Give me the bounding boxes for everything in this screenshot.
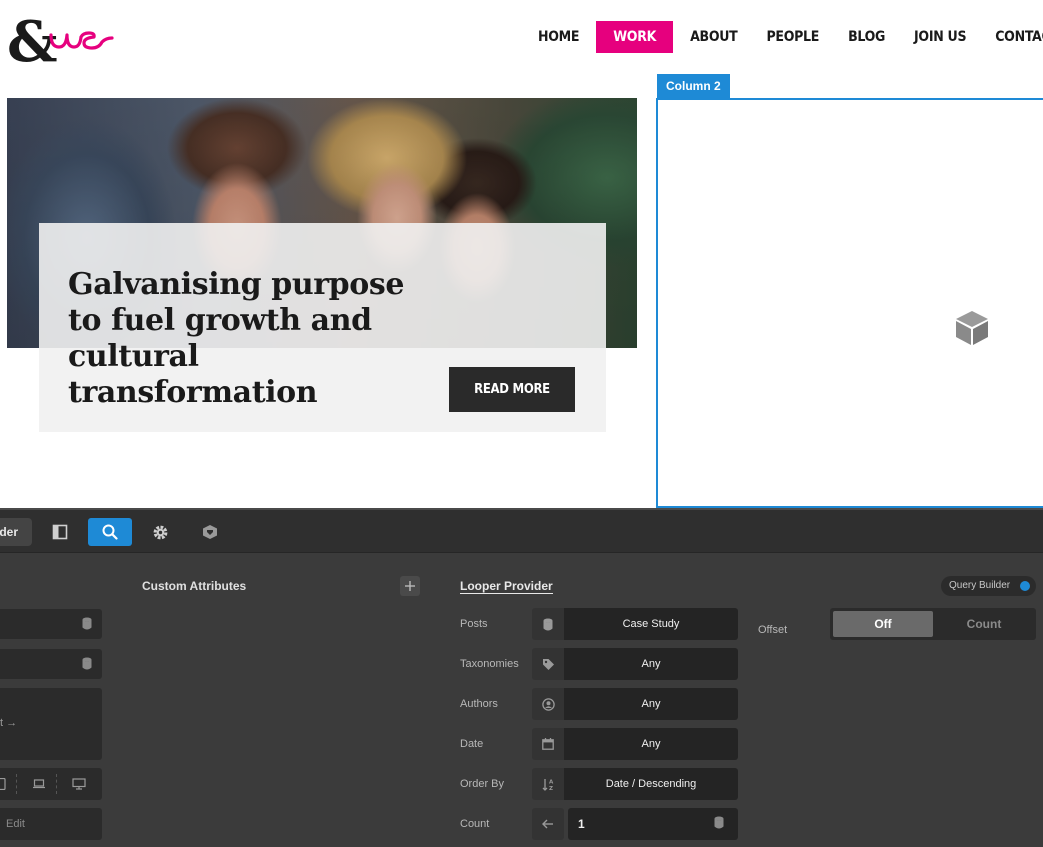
sidebar-toggle-button[interactable] (38, 518, 82, 546)
left-link-text: t → (0, 717, 18, 729)
user-circle-icon (541, 697, 555, 711)
nav-work[interactable]: WORK (596, 21, 674, 53)
gear-icon (153, 525, 167, 539)
brand-logo[interactable]: & (7, 11, 117, 65)
tag-icon (542, 658, 554, 670)
toggle-dot (1020, 581, 1030, 591)
laptop-icon[interactable] (33, 779, 45, 789)
database-icon (543, 618, 553, 630)
taxonomies-select[interactable]: Any (564, 648, 738, 680)
sort-icon: A Z (542, 778, 554, 791)
offset-label: Offset (758, 624, 788, 636)
database-icon (82, 617, 92, 630)
device-divider (16, 774, 17, 794)
sidebar-icon (52, 524, 68, 540)
posts-label: Posts (460, 618, 488, 630)
count-back-button[interactable] (532, 808, 564, 840)
custom-attributes-title: Custom Attributes (142, 579, 247, 593)
database-icon[interactable] (714, 816, 724, 829)
case-study-card: Galvanising purpose to fuel growth and c… (39, 223, 606, 432)
cube-icon (956, 311, 988, 345)
date-icon-button[interactable] (532, 728, 564, 760)
date-label: Date (460, 738, 484, 750)
cube-icon (203, 525, 217, 539)
card-title: Galvanising purpose to fuel growth and c… (68, 267, 405, 410)
nav-join-us[interactable]: JOIN US (902, 21, 978, 53)
svg-text:A: A (549, 779, 554, 785)
nav-people[interactable]: PEOPLE (754, 21, 831, 53)
settings-button[interactable] (138, 518, 182, 546)
left-field-2[interactable] (0, 649, 102, 679)
component-button[interactable] (188, 518, 232, 546)
calendar-icon (542, 738, 554, 750)
posts-icon-button[interactable] (532, 608, 564, 640)
count-input[interactable] (568, 808, 738, 840)
nav-home[interactable]: HOME (526, 21, 591, 53)
authors-label: Authors (460, 698, 498, 710)
count-label: Count (460, 818, 490, 830)
authors-icon-button[interactable] (532, 688, 564, 720)
device-divider (56, 774, 57, 794)
arrow-left-icon (542, 819, 553, 829)
svg-text:Z: Z (549, 786, 553, 791)
authors-select[interactable]: Any (564, 688, 738, 720)
site-preview: & HOME WORK ABOUT PEOPLE BLOG JOIN US CO… (0, 0, 1043, 508)
builder-tab[interactable]: der (0, 518, 32, 546)
device-switcher (0, 768, 102, 800)
taxonomies-icon-button[interactable] (532, 648, 564, 680)
nav-blog[interactable]: BLOG (836, 21, 897, 53)
plus-icon (405, 581, 415, 591)
desktop-icon[interactable] (72, 778, 86, 790)
database-icon (82, 657, 92, 670)
builder-panel: der t → Edit Custom Attributes Looper Pr… (0, 508, 1043, 847)
main-nav: HOME WORK ABOUT PEOPLE BLOG JOIN US CONT… (526, 21, 1043, 53)
posts-select[interactable]: Case Study (564, 608, 738, 640)
query-builder-label: Query Builder (949, 580, 1011, 591)
offset-count-option[interactable]: Count (934, 611, 1034, 637)
add-attribute-button[interactable] (400, 576, 420, 596)
offset-off-option[interactable]: Off (833, 611, 933, 637)
left-link-box[interactable]: t → (0, 688, 102, 760)
looper-provider-title[interactable]: Looper Provider (460, 579, 553, 594)
query-builder-toggle[interactable]: Query Builder (941, 576, 1036, 596)
builder-tab-label: der (0, 525, 18, 539)
order-by-label: Order By (460, 778, 505, 790)
nav-about[interactable]: ABOUT (678, 21, 749, 53)
date-select[interactable]: Any (564, 728, 738, 760)
order-by-select[interactable]: Date / Descending (564, 768, 738, 800)
nav-contact[interactable]: CONTACT (983, 21, 1043, 53)
column-2-placeholder[interactable] (656, 98, 1043, 508)
taxonomies-label: Taxonomies (460, 658, 519, 670)
left-edit-field[interactable]: Edit (0, 808, 102, 840)
builder-toolbar: der (0, 510, 1043, 553)
search-button[interactable] (88, 518, 132, 546)
offset-segmented-control: Off Count (830, 608, 1036, 640)
left-edit-text: Edit (6, 818, 25, 830)
tablet-icon[interactable] (0, 778, 6, 790)
left-field-1[interactable] (0, 609, 102, 639)
search-icon (102, 524, 118, 540)
order-by-icon-button[interactable]: A Z (532, 768, 564, 800)
read-more-button[interactable]: READ MORE (449, 367, 575, 412)
column-2-tag[interactable]: Column 2 (657, 74, 730, 98)
